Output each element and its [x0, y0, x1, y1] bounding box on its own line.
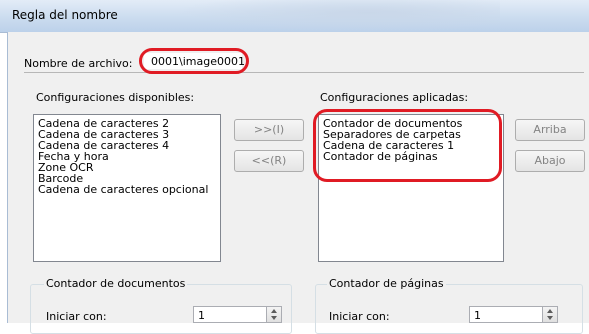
- available-list[interactable]: Cadena de caracteres 2 Cadena de caracte…: [33, 114, 221, 262]
- add-button[interactable]: >>(I): [234, 119, 304, 141]
- title-bar-glow: [170, 0, 500, 32]
- window-title: Regla del nombre: [12, 8, 118, 22]
- move-down-label: Abajo: [534, 154, 566, 167]
- stepper-down-icon[interactable]: [547, 316, 553, 320]
- filename-label: Nombre de archivo:: [24, 57, 133, 70]
- add-button-label: >>(I): [253, 123, 285, 136]
- page-start-stepper[interactable]: [542, 306, 558, 323]
- page-start-label: Iniciar con:: [329, 310, 390, 323]
- filename-underline: [24, 72, 584, 73]
- stepper-up-icon[interactable]: [271, 309, 277, 313]
- document-counter-title: Contador de documentos: [44, 277, 188, 290]
- move-down-button[interactable]: Abajo: [515, 150, 585, 172]
- page-counter-title: Contador de páginas: [327, 277, 446, 290]
- available-label: Configuraciones disponibles:: [36, 91, 195, 104]
- applied-highlight: [313, 109, 502, 182]
- document-start-input[interactable]: 1: [193, 306, 267, 323]
- document-start-stepper[interactable]: [266, 306, 282, 323]
- stepper-up-icon[interactable]: [547, 309, 553, 313]
- filename-highlight: [139, 48, 249, 74]
- remove-button-label: <<(R): [251, 154, 287, 167]
- remove-button[interactable]: <<(R): [234, 150, 304, 172]
- document-start-label: Iniciar con:: [46, 310, 107, 323]
- document-start-value: 1: [198, 309, 205, 322]
- page-start-input[interactable]: 1: [469, 306, 543, 323]
- title-bar: Regla del nombre: [0, 0, 589, 33]
- stepper-down-icon[interactable]: [271, 316, 277, 320]
- move-up-label: Arriba: [533, 123, 567, 136]
- page-start-value: 1: [474, 309, 481, 322]
- list-item[interactable]: Cadena de caracteres opcional: [38, 184, 208, 195]
- applied-label: Configuraciones aplicadas:: [320, 91, 469, 104]
- move-up-button[interactable]: Arriba: [515, 119, 585, 141]
